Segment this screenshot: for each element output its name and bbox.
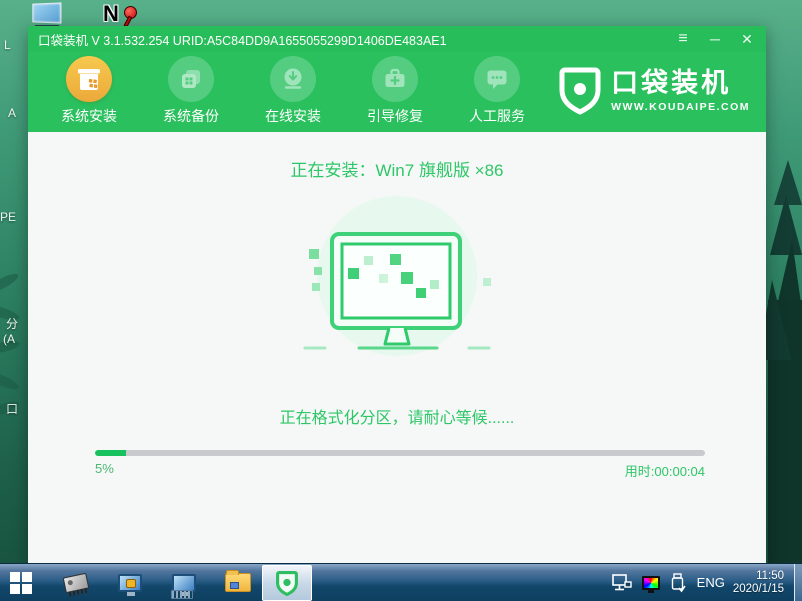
desktop-background: N L A PE 分 (A 口 口袋装机 V 3.1.532.254 URID:… <box>0 0 802 601</box>
monitor-lock-icon <box>118 573 142 596</box>
language-indicator[interactable]: ENG <box>697 575 725 590</box>
window-title: 口袋装机 V 3.1.532.254 URID:A5C84DD9A1655055… <box>38 33 447 48</box>
monitor-icon <box>32 2 62 24</box>
repair-kit-icon <box>372 56 418 102</box>
status-message: 正在格式化分区，请耐心等候...... <box>279 410 515 427</box>
clock-date: 2020/1/15 <box>732 582 784 595</box>
tab-system-backup[interactable]: 系统备份 <box>156 56 226 126</box>
system-tray: ENG 11:50 2020/1/15 <box>607 563 802 601</box>
install-progress-panel: 正在安装：Win7 旗舰版 ×86 正在格式化分区，请耐心等候...... 5%… <box>28 132 766 563</box>
download-icon <box>270 56 316 102</box>
desktop-icon-this-pc[interactable] <box>29 2 63 28</box>
main-toolbar: 系统安装 系统备份 在线安装 引导修复 人工服务 口袋装机 WWW.KOUDAI… <box>28 52 766 132</box>
taskbar-item-file-explorer[interactable] <box>218 564 258 601</box>
taskbar-item-display-tool[interactable] <box>110 564 150 601</box>
install-box-icon <box>66 56 112 102</box>
green-shield-icon <box>276 570 298 596</box>
network-icon[interactable] <box>611 573 632 592</box>
taskbar: ENG 11:50 2020/1/15 <box>0 563 802 601</box>
desktop-icon-ntboot[interactable]: N <box>103 2 139 28</box>
keyboard-monitor-icon <box>172 573 196 596</box>
tab-label: 引导修复 <box>367 108 423 124</box>
tab-label: 系统安装 <box>61 108 117 124</box>
desktop-label-fragment: PE <box>0 210 17 224</box>
chat-icon <box>474 56 520 102</box>
brand-logo: 口袋装机 WWW.KOUDAIPE.COM <box>557 64 750 116</box>
window-titlebar[interactable]: 口袋装机 V 3.1.532.254 URID:A5C84DD9A1655055… <box>28 26 766 52</box>
tab-system-install[interactable]: 系统安装 <box>54 56 124 126</box>
windows-logo-icon <box>10 571 32 594</box>
taskbar-item-koudai-active[interactable] <box>262 564 312 601</box>
tab-human-service[interactable]: 人工服务 <box>462 56 532 126</box>
tab-boot-repair[interactable]: 引导修复 <box>360 56 430 126</box>
backup-icon <box>168 56 214 102</box>
minimize-icon[interactable]: ─ <box>706 32 724 46</box>
taskbar-clock[interactable]: 11:50 2020/1/15 <box>733 570 784 596</box>
koudai-installer-window: 口袋装机 V 3.1.532.254 URID:A5C84DD9A1655055… <box>28 26 766 563</box>
installing-title: 正在安装：Win7 旗舰版 ×86 <box>290 161 504 180</box>
tab-label: 人工服务 <box>469 108 525 124</box>
elapsed-time: 用时:00:00:04 <box>624 464 705 479</box>
folder-icon <box>225 570 251 592</box>
desktop-label-fragment: A <box>8 106 17 120</box>
close-icon[interactable]: ✕ <box>738 32 756 46</box>
show-desktop-button[interactable] <box>794 563 802 601</box>
clock-time: 11:50 <box>756 569 784 582</box>
tab-label: 在线安装 <box>265 108 321 124</box>
letter-n-icon: N <box>103 1 119 26</box>
brand-website: WWW.KOUDAIPE.COM <box>611 100 750 113</box>
tab-label: 系统备份 <box>163 108 219 124</box>
taskbar-item-ramdisk[interactable] <box>56 564 96 601</box>
progress-bar <box>95 450 705 456</box>
brand-name: 口袋装机 <box>611 67 732 98</box>
desktop-label-fragment: 口 <box>6 402 19 416</box>
menu-icon[interactable]: ≡ <box>674 31 692 47</box>
display-color-icon[interactable] <box>641 575 660 593</box>
desktop-label-fragment: (A <box>3 332 15 346</box>
taskbar-item-onscreen-keyboard[interactable] <box>164 564 204 601</box>
progress-bar-fill <box>95 450 126 456</box>
usb-eject-icon[interactable] <box>670 572 686 593</box>
shield-icon <box>559 67 601 115</box>
monitor-illustration <box>303 196 491 356</box>
tab-online-install[interactable]: 在线安装 <box>258 56 328 126</box>
ram-chip-icon <box>62 572 90 597</box>
desktop-label-fragment: L <box>4 38 11 52</box>
progress-section: 5% 用时:00:00:04 <box>95 450 705 480</box>
desktop-label-fragment: 分 <box>6 317 19 331</box>
progress-percent: 5% <box>95 461 114 476</box>
start-button[interactable] <box>0 564 42 601</box>
